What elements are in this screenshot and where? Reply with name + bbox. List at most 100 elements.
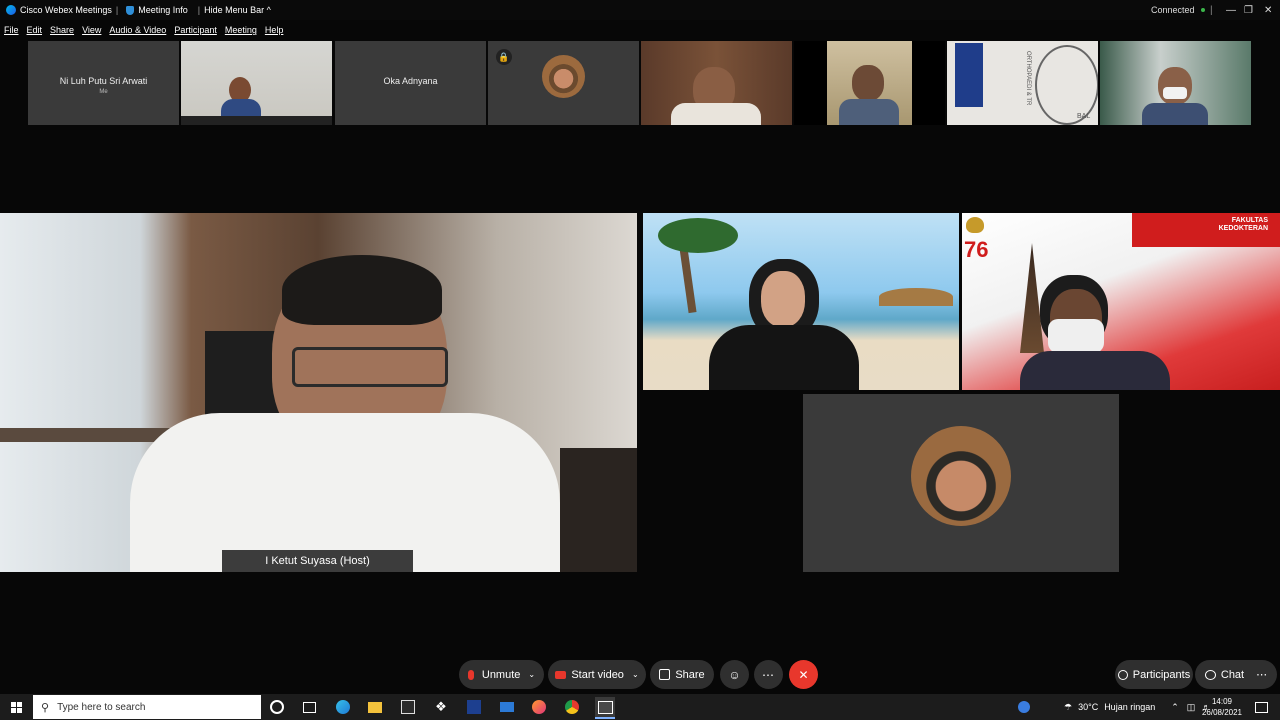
menu-view[interactable]: View — [82, 25, 101, 35]
participant-name: Oka Adnyana — [383, 76, 438, 86]
participant-video — [181, 116, 332, 125]
more-icon[interactable]: ⋯ — [1256, 668, 1267, 681]
weather-widget[interactable]: ☂ 30°C Hujan ringan — [1064, 700, 1155, 714]
menu-participant[interactable]: Participant — [174, 25, 217, 35]
notification-icon[interactable] — [1251, 697, 1271, 717]
chrome-icon[interactable] — [562, 697, 582, 717]
speaker-body — [130, 413, 560, 572]
leave-meeting-button[interactable]: ✕ — [789, 660, 818, 689]
menu-file[interactable]: File — [4, 25, 19, 35]
banner-text: FAKULTAS KEDOKTERAN — [1218, 217, 1268, 232]
participant-video — [852, 65, 884, 101]
restore-icon[interactable]: ❐ — [1244, 0, 1253, 20]
title-separator: | — [197, 5, 201, 15]
more-options-button[interactable]: ⋯ — [754, 660, 783, 689]
connection-status: Connected — [1151, 0, 1205, 20]
minimize-icon[interactable]: — — [1226, 0, 1236, 20]
edge-icon[interactable] — [333, 697, 353, 717]
chat-icon — [1204, 669, 1216, 680]
video-background — [560, 448, 637, 572]
participant-video[interactable] — [803, 394, 1119, 572]
menu-meeting[interactable]: Meeting — [225, 25, 257, 35]
cortana-icon[interactable] — [267, 697, 287, 717]
garuda-icon — [966, 217, 984, 233]
menu-audio-video[interactable]: Audio & Video — [109, 25, 166, 35]
speaker-glasses — [292, 347, 448, 387]
video-off-icon — [555, 670, 567, 679]
participant-video — [671, 103, 761, 125]
logo-text: BAL — [1077, 113, 1091, 120]
unmute-label: Unmute — [481, 668, 521, 681]
start-video-button[interactable]: Start video ⌄ — [548, 660, 646, 689]
participant-thumbnail[interactable] — [1100, 41, 1251, 125]
participant-video[interactable]: FAKULTAS KEDOKTERAN 76 — [962, 213, 1280, 390]
face-mask — [1048, 319, 1104, 353]
task-view-icon[interactable] — [299, 697, 319, 717]
menu-bar: File Edit Share View Audio & Video Parti… — [0, 22, 283, 38]
powershell-icon[interactable] — [464, 697, 484, 717]
menu-edit[interactable]: Edit — [27, 25, 43, 35]
search-placeholder: Type here to search — [57, 701, 146, 713]
search-icon: ⚲ — [41, 701, 50, 714]
participant-thumbnail[interactable]: 🔒 — [488, 41, 639, 125]
participant-thumbnail[interactable] — [641, 41, 792, 125]
participant-body — [709, 325, 859, 390]
dropbox-icon[interactable]: ❖ — [431, 697, 451, 717]
participant-avatar — [542, 55, 585, 98]
chevron-down-icon: ⌄ — [528, 670, 536, 679]
umbrella-icon — [879, 288, 953, 306]
app-title: Cisco Webex Meetings — [20, 5, 112, 15]
participant-video[interactable] — [643, 213, 959, 390]
webex-taskbar-icon[interactable] — [595, 697, 615, 717]
meeting-info-button[interactable]: Meeting Info — [138, 5, 188, 15]
microphone-muted-icon — [467, 669, 474, 680]
clock-date: 26/08/2021 — [1201, 708, 1243, 717]
participant-thumbnail[interactable]: Oka Adnyana — [335, 41, 486, 125]
participants-button[interactable]: Participants — [1115, 660, 1193, 689]
clock[interactable]: 14:09 26/08/2021 — [1198, 696, 1246, 718]
status-dot-icon — [1200, 8, 1205, 12]
participant-thumbnail[interactable] — [794, 41, 945, 125]
mail-icon[interactable] — [497, 697, 517, 717]
more-icon: ⋯ — [762, 667, 775, 682]
banner-number: 76 — [964, 237, 989, 262]
participant-name-label: I Ketut Suyasa (Host) — [222, 550, 413, 572]
participant-thumbnail[interactable]: ORTHOPAEDI & TR BAL — [947, 41, 1098, 125]
connection-status-text: Connected — [1151, 5, 1195, 15]
onedrive-icon[interactable] — [1014, 697, 1034, 717]
participant-sub: Me — [99, 89, 108, 95]
rain-icon: ☂ — [1064, 701, 1073, 712]
menu-share[interactable]: Share — [50, 25, 74, 35]
windows-start-icon[interactable] — [6, 697, 26, 717]
unmute-button[interactable]: Unmute ⌄ — [459, 660, 544, 689]
participant-video — [839, 99, 899, 125]
weather-desc: Hujan ringan — [1104, 702, 1156, 712]
participant-video — [1158, 67, 1192, 105]
active-speaker-video: I Ketut Suyasa (Host) — [0, 213, 637, 572]
close-icon[interactable]: ✕ — [1264, 0, 1272, 20]
firefox-icon[interactable] — [529, 697, 549, 717]
title-separator: | — [115, 5, 119, 15]
host-name: I Ketut Suyasa (Host) — [265, 555, 370, 567]
share-button[interactable]: Share — [650, 660, 714, 689]
participant-thumbnail[interactable]: Ni Luh Putu Sri Arwati Me — [28, 41, 179, 125]
file-explorer-icon[interactable] — [365, 697, 385, 717]
participant-thumbnail[interactable] — [181, 41, 332, 125]
chevron-down-icon: ⌄ — [631, 670, 639, 679]
smiley-icon: ☺ — [728, 667, 741, 682]
reactions-button[interactable]: ☺ — [720, 660, 749, 689]
participant-face — [761, 271, 805, 327]
share-icon — [659, 669, 671, 680]
close-icon: ✕ — [798, 667, 809, 682]
taskbar-search[interactable]: ⚲ Type here to search — [33, 695, 261, 719]
start-video-label: Start video — [571, 668, 624, 681]
hide-menu-bar-button[interactable]: Hide Menu Bar ^ — [204, 5, 271, 15]
person-icon — [1117, 669, 1128, 680]
store-icon[interactable] — [398, 697, 418, 717]
palm-leaves — [658, 218, 738, 253]
title-bar: Cisco Webex Meetings | Meeting Info | Hi… — [0, 0, 1280, 20]
speaker-hair — [282, 255, 442, 325]
participant-video — [1142, 103, 1208, 125]
chat-button[interactable]: Chat ⋯ — [1195, 660, 1277, 689]
menu-help[interactable]: Help — [265, 25, 284, 35]
